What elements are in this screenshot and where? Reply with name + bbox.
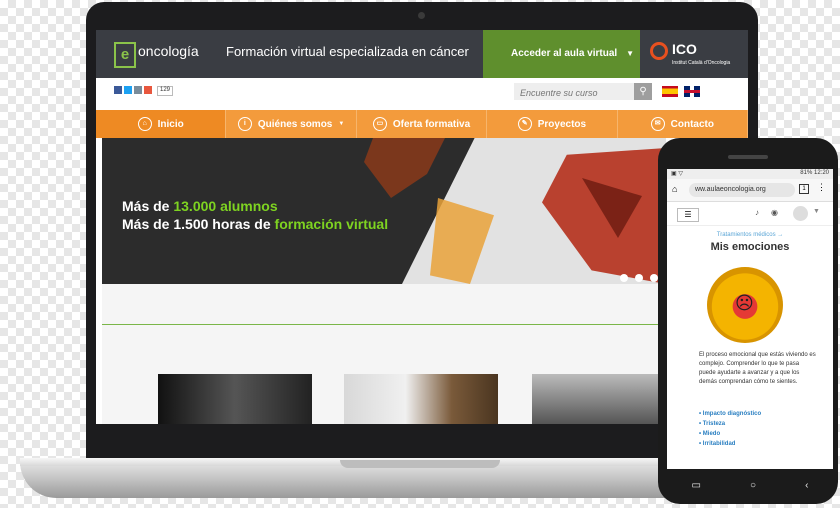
nav-item-oferta-formativa[interactable]: ▭ Oferta formativa bbox=[357, 110, 488, 138]
recents-icon[interactable]: ▭ bbox=[692, 480, 701, 491]
nav-label: Proyectos bbox=[537, 118, 587, 130]
course-search: ⚲ bbox=[514, 83, 652, 102]
page-title: Mis emociones bbox=[710, 241, 790, 253]
nav-item-inicio[interactable]: ⌂ Inicio bbox=[96, 110, 227, 138]
email-icon[interactable] bbox=[134, 86, 142, 94]
hero-text: Más de bbox=[122, 198, 174, 214]
search-input[interactable] bbox=[514, 83, 640, 102]
ico-logo-icon bbox=[650, 42, 668, 60]
topic-link[interactable]: • Irritabilidad bbox=[699, 439, 761, 449]
phone-screen: ▣ ▽ 81% 12:20 ⌂ ww.aulaeoncologia.org 1 … bbox=[667, 169, 833, 469]
hero-banner: Más de 13.000 alumnos Más de 1.500 horas… bbox=[102, 138, 666, 284]
home-button-icon[interactable]: ○ bbox=[750, 480, 756, 491]
topic-link[interactable]: • Tristeza bbox=[699, 419, 761, 429]
intro-text: El proceso emocional que estás viviendo … bbox=[699, 352, 816, 385]
pencil-icon: ✎ bbox=[517, 117, 532, 131]
nav-label: Contacto bbox=[670, 118, 714, 130]
plus-icon[interactable] bbox=[144, 86, 152, 94]
avatar[interactable] bbox=[793, 206, 808, 221]
tabs-icon[interactable]: 1 bbox=[799, 184, 809, 194]
bell-icon[interactable]: ♪ bbox=[755, 208, 759, 217]
course-thumbnail[interactable] bbox=[344, 374, 498, 424]
course-thumbnail[interactable] bbox=[158, 374, 312, 424]
carousel-dot[interactable] bbox=[620, 274, 628, 282]
caret-down-icon: ▼ bbox=[626, 49, 634, 58]
laptop-screen: e oncología Formación virtual especializ… bbox=[96, 30, 748, 424]
site-logo[interactable]: e bbox=[114, 42, 136, 68]
nav-label: Oferta formativa bbox=[392, 118, 471, 130]
topic-links: • Impacto diagnóstico • Tristeza • Miedo… bbox=[699, 409, 761, 449]
home-icon: ⌂ bbox=[137, 117, 152, 131]
topic-link-label: Impacto diagnóstico bbox=[702, 411, 762, 417]
partner-full-name: Institut Català d'Oncologia bbox=[672, 60, 731, 66]
app-bar: ☰ ♪ ◉ ▼ bbox=[667, 203, 833, 226]
back-icon[interactable]: ‹ bbox=[805, 480, 808, 491]
social-share-bar: 129 bbox=[114, 86, 174, 96]
topic-link[interactable]: • Impacto diagnóstico bbox=[699, 409, 761, 419]
topic-link-label: Tristeza bbox=[702, 421, 726, 427]
facebook-icon[interactable] bbox=[114, 86, 122, 94]
caret-down-icon: ▼ bbox=[338, 121, 345, 127]
clock: 12:20 bbox=[813, 170, 829, 176]
phone-speaker bbox=[728, 155, 768, 159]
topic-link[interactable]: • Miedo bbox=[699, 429, 761, 439]
status-time: 81% 12:20 bbox=[800, 170, 829, 176]
topic-link-label: Irritabilidad bbox=[702, 441, 736, 447]
twitter-icon[interactable] bbox=[124, 86, 132, 94]
browser-url-bar: ⌂ ww.aulaeoncologia.org 1 ⋮ bbox=[667, 179, 833, 202]
hamburger-icon[interactable]: ☰ bbox=[677, 208, 699, 222]
partner-logo[interactable]: ICO Institut Català d'Oncologia bbox=[640, 30, 748, 78]
nav-label: Inicio bbox=[157, 118, 184, 130]
carousel-dots bbox=[620, 274, 658, 282]
url-field[interactable]: ww.aulaeoncologia.org bbox=[689, 183, 795, 197]
english-flag-icon[interactable] bbox=[684, 86, 700, 97]
hero-headline-2: Más de 1.500 horas de formación virtual bbox=[122, 216, 388, 232]
site-tagline: Formación virtual especializada en cánce… bbox=[226, 44, 469, 59]
envelope-icon: ✉ bbox=[650, 117, 665, 131]
android-nav-bar: ▭ ○ ‹ bbox=[667, 472, 833, 498]
access-classroom-button[interactable]: Acceder al aula virtual ▼ bbox=[483, 30, 640, 78]
site-logo-name[interactable]: oncología bbox=[138, 43, 199, 59]
chat-icon[interactable]: ◉ bbox=[771, 208, 778, 217]
carousel-dot[interactable] bbox=[635, 274, 643, 282]
laptop-bezel bbox=[96, 424, 748, 454]
topic-link-label: Miedo bbox=[702, 431, 721, 437]
battery-level: 81% bbox=[800, 170, 813, 176]
info-icon: i bbox=[237, 117, 252, 131]
spanish-flag-icon[interactable] bbox=[662, 86, 678, 97]
section-divider bbox=[102, 324, 662, 325]
sad-face-icon: ☹ bbox=[735, 293, 754, 313]
search-icon[interactable]: ⚲ bbox=[634, 83, 652, 100]
share-count: 129 bbox=[157, 86, 174, 96]
more-vert-icon[interactable]: ⋮ bbox=[817, 182, 826, 193]
breadcrumb[interactable]: Tratamientos médicos → bbox=[667, 232, 833, 238]
access-button-label: Acceder al aula virtual bbox=[511, 48, 618, 59]
notification-icons: ▣ ▽ bbox=[671, 171, 683, 177]
hero-highlight: formación virtual bbox=[274, 216, 389, 232]
laptop-notch bbox=[340, 460, 500, 468]
world-map-shape bbox=[364, 138, 445, 198]
nav-label: Quiénes somos bbox=[257, 118, 333, 130]
hero-highlight: 13.000 alumnos bbox=[173, 198, 278, 214]
hero-text: Más de 1.500 horas de bbox=[122, 216, 275, 232]
phone-status-bar: ▣ ▽ 81% 12:20 bbox=[667, 169, 833, 179]
camera-icon bbox=[418, 12, 425, 19]
hero-headline-1: Más de 13.000 alumnos bbox=[122, 198, 278, 214]
book-icon: ▭ bbox=[372, 117, 387, 131]
main-nav: ⌂ Inicio i Quiénes somos ▼ ▭ Oferta form… bbox=[96, 110, 748, 138]
site-header: e oncología Formación virtual especializ… bbox=[96, 30, 748, 78]
nav-item-proyectos[interactable]: ✎ Proyectos bbox=[487, 110, 618, 138]
partner-short-name: ICO bbox=[672, 41, 697, 57]
carousel-dot[interactable] bbox=[650, 274, 658, 282]
nav-item-contacto[interactable]: ✉ Contacto bbox=[618, 110, 748, 138]
caret-down-icon[interactable]: ▼ bbox=[813, 208, 820, 215]
home-icon[interactable]: ⌂ bbox=[672, 184, 677, 194]
nav-item-quienes-somos[interactable]: i Quiénes somos ▼ bbox=[226, 110, 357, 138]
